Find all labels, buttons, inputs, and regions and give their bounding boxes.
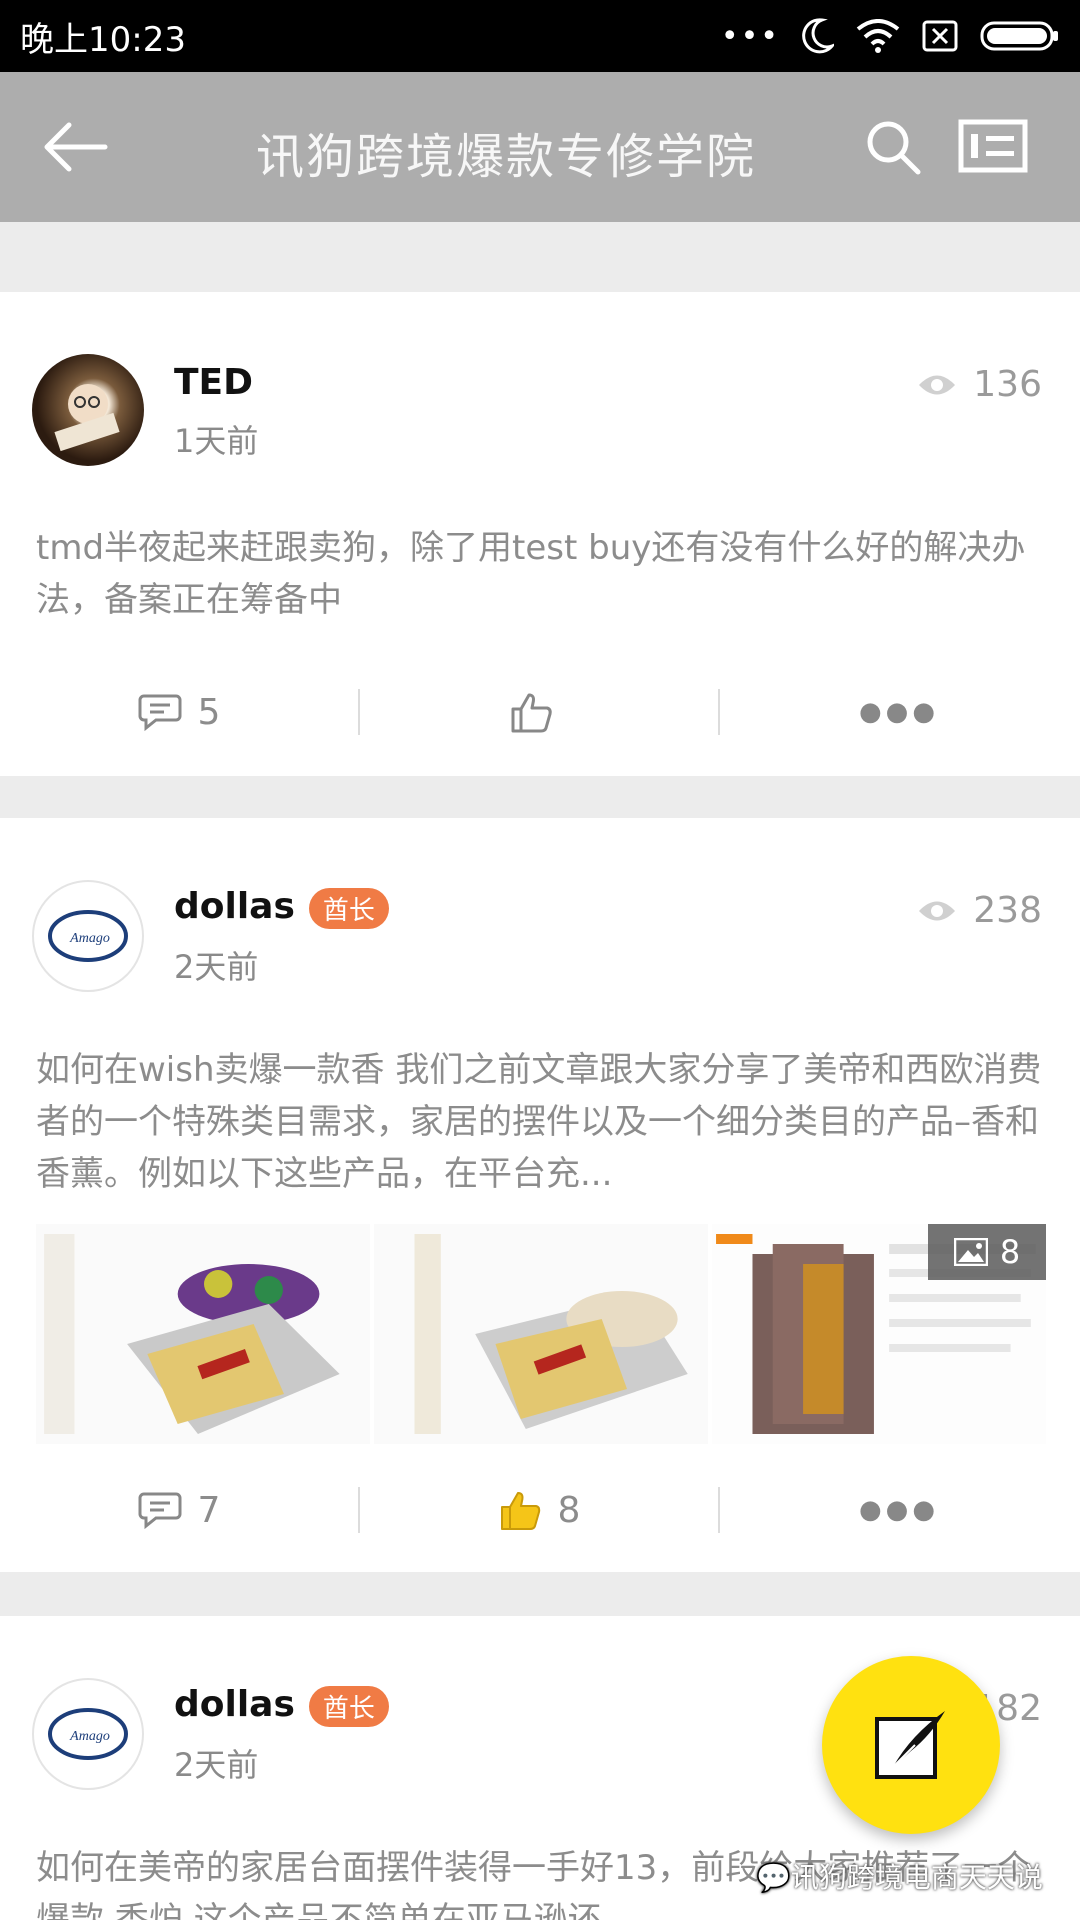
comment-button[interactable]: 7	[0, 1485, 358, 1535]
author-name-text: TED	[174, 362, 254, 403]
sim-off-icon	[922, 20, 958, 52]
post-card[interactable]: Amago dollas 酋长 2天前 238 如何在wish卖爆一款香 我们之前…	[0, 818, 1080, 1572]
back-arrow-icon	[44, 122, 108, 172]
id-card-icon	[958, 119, 1028, 173]
post-time: 2天前	[174, 948, 259, 986]
comment-button[interactable]: 5	[0, 687, 358, 737]
search-button[interactable]	[862, 116, 924, 178]
author-name[interactable]: dollas 酋长	[174, 1684, 389, 1727]
page-title: 讯狗跨境爆款专修学院	[256, 129, 757, 185]
post-card[interactable]: TED 1天前 136 tmd半夜起来赶跟卖狗，除了用test buy还有没有什…	[0, 292, 1080, 776]
compose-button[interactable]	[822, 1656, 1000, 1834]
author-name-text: dollas	[174, 1684, 295, 1725]
like-count: 8	[557, 1489, 581, 1531]
avatar[interactable]: Amago	[32, 880, 144, 992]
app-bar: 讯狗跨境爆款专修学院	[0, 72, 1080, 222]
comment-count: 5	[197, 691, 221, 733]
post-time: 2天前	[174, 1746, 259, 1784]
post-excerpt[interactable]: tmd半夜起来赶跟卖狗，除了用test buy还有没有什么好的解决办法，备案正在…	[36, 522, 1046, 626]
more-dots-icon: ●●●	[858, 697, 940, 727]
avatar[interactable]	[32, 354, 144, 466]
status-bar: 晚上10:23 •••	[0, 0, 1080, 72]
eye-icon	[919, 375, 956, 394]
comment-icon	[138, 1492, 182, 1530]
role-badge: 酋长	[308, 887, 389, 929]
post-excerpt[interactable]: 如何在wish卖爆一款香 我们之前文章跟大家分享了美帝和西欧消费者的一个特殊类目…	[36, 1044, 1046, 1200]
amago-logo: Amago	[48, 910, 128, 962]
amago-logo: Amago	[48, 1708, 128, 1760]
battery-icon	[980, 21, 1058, 51]
post-actions: 7 8 ●●●	[0, 1470, 1080, 1550]
info-card-button[interactable]	[958, 118, 1028, 174]
view-count: 238	[917, 890, 1042, 931]
image-gallery[interactable]: 8	[0, 1224, 1080, 1444]
avatar-image	[54, 384, 120, 452]
thumbnail[interactable]	[36, 1224, 370, 1444]
watermark: 💬讯狗跨境电商天天说	[756, 1856, 1043, 1896]
view-count: 136	[917, 364, 1042, 405]
thumbs-up-icon	[511, 693, 552, 733]
more-dots-icon: ●●●	[858, 1495, 940, 1525]
author-name-text: dollas	[174, 886, 295, 927]
avatar[interactable]: Amago	[32, 1678, 144, 1790]
image-count-badge: 8	[928, 1224, 1046, 1280]
moon-icon	[802, 18, 834, 54]
post-time: 1天前	[174, 422, 259, 460]
svg-text:Amago: Amago	[69, 1729, 110, 1744]
view-count-value: 238	[973, 890, 1042, 931]
back-button[interactable]	[36, 112, 112, 182]
eye-icon	[919, 901, 956, 920]
view-count-value: 136	[973, 364, 1042, 405]
thumbnail[interactable]	[374, 1224, 708, 1444]
author-name[interactable]: TED	[174, 362, 253, 403]
image-icon	[953, 1238, 988, 1266]
svg-text:Amago: Amago	[69, 931, 110, 946]
watermark-text: 讯狗跨境电商天天说	[790, 1861, 1043, 1894]
status-time: 晚上10:23	[20, 19, 186, 60]
author-name[interactable]: dollas 酋长	[174, 886, 389, 929]
comment-icon	[138, 694, 182, 732]
thumbnail-strip: 8	[36, 1224, 1046, 1444]
thumbnail[interactable]: 8	[712, 1224, 1046, 1444]
incense-tin-image	[36, 1224, 370, 1444]
more-button[interactable]: ●●●	[720, 687, 1078, 737]
like-button[interactable]: 8	[360, 1485, 718, 1535]
thumbs-up-icon	[500, 1492, 540, 1530]
more-button[interactable]: ●●●	[720, 1485, 1078, 1535]
post-actions: 5 ●●●	[0, 672, 1080, 752]
like-button[interactable]	[360, 687, 718, 737]
more-dots-icon: •••	[720, 18, 780, 54]
chat-bubble-icon: 💬	[756, 1861, 791, 1894]
comment-count: 7	[197, 1489, 221, 1531]
incense-cones-image	[374, 1224, 708, 1444]
image-count-value: 8	[999, 1233, 1021, 1271]
quill-pen-icon	[875, 1711, 945, 1779]
search-icon	[867, 121, 921, 175]
role-badge: 酋长	[308, 1685, 389, 1727]
wifi-icon	[856, 19, 900, 53]
status-icons: •••	[721, 18, 1060, 54]
